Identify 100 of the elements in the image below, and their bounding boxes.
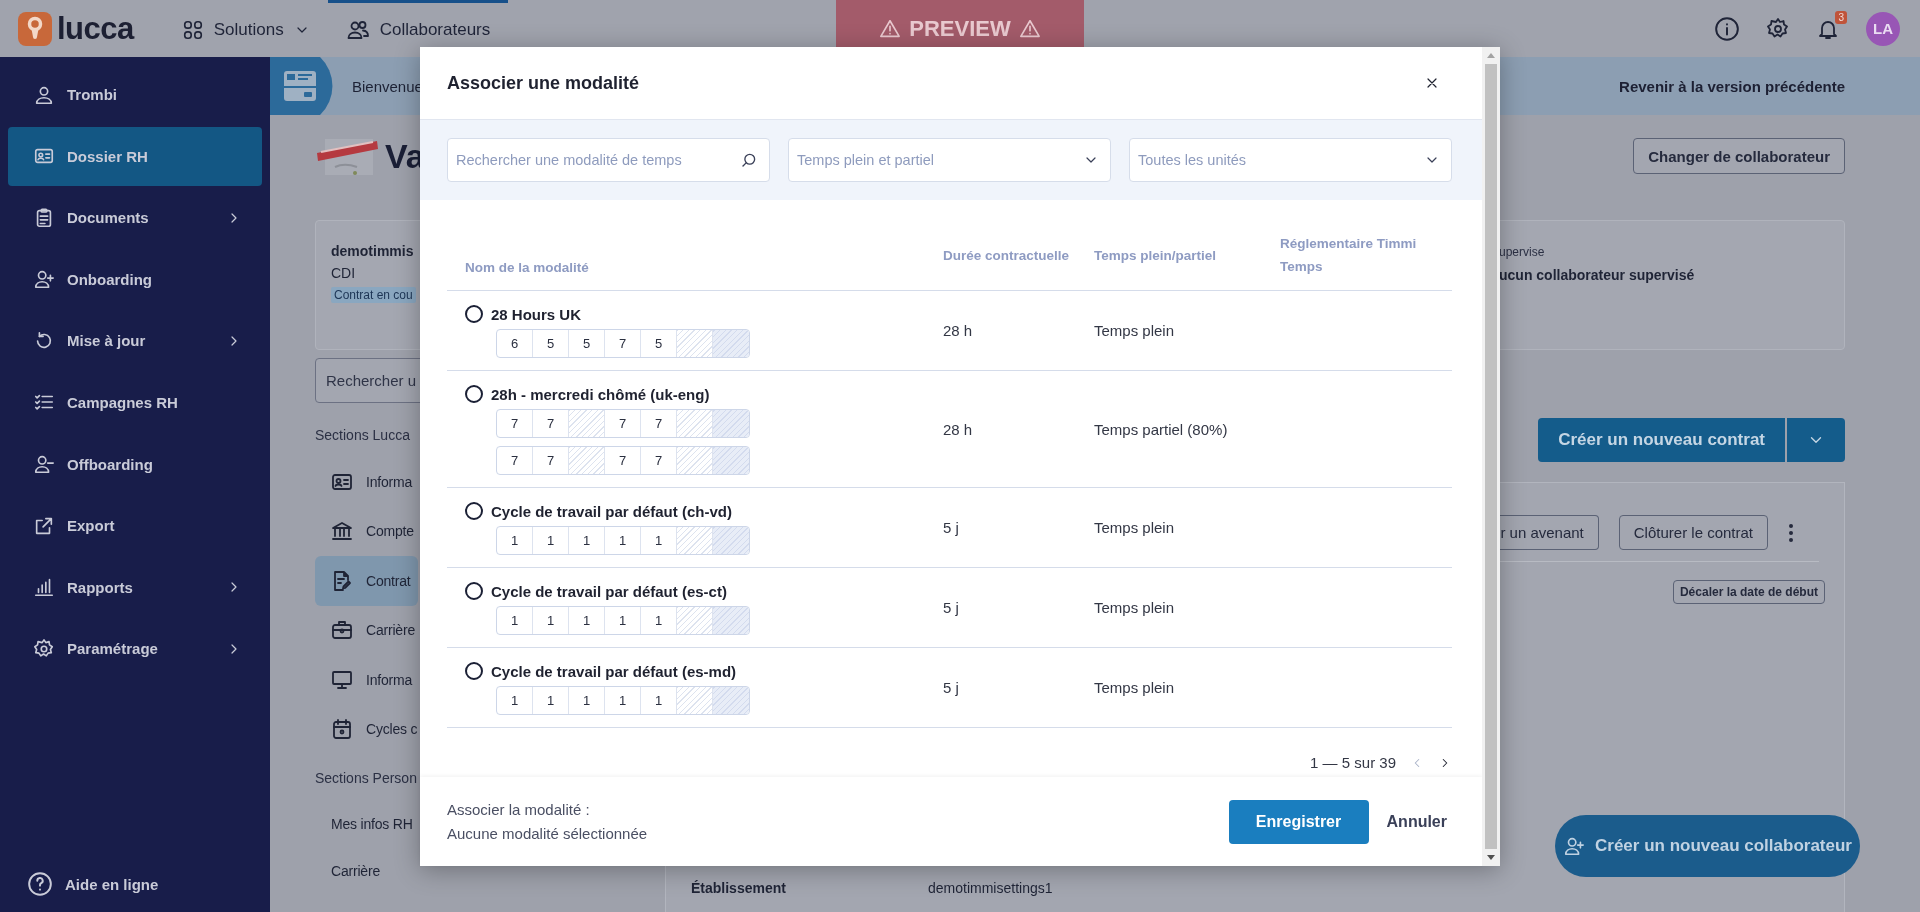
- table-cell-text: 5 j: [942, 519, 960, 536]
- section-link[interactable]: Informa: [315, 457, 418, 507]
- off-day-cell: [677, 447, 713, 474]
- save-button[interactable]: Enregistrer: [1228, 799, 1369, 844]
- modality-name: Cycle de travail par défaut (es-md): [491, 662, 737, 680]
- day-cell: 1: [569, 527, 605, 554]
- radio-button[interactable]: [465, 305, 483, 323]
- section-link[interactable]: Carrière: [315, 847, 418, 894]
- sidebar-item[interactable]: Onboarding: [8, 249, 262, 309]
- section-link[interactable]: Compte: [315, 506, 418, 556]
- day-cell: 7: [605, 330, 641, 357]
- off-day-cell: [677, 410, 713, 437]
- day-cell: 1: [533, 527, 569, 554]
- section-heading: Sections Lucca: [315, 426, 411, 445]
- warning-icon: [879, 17, 902, 40]
- day-cell: 1: [605, 527, 641, 554]
- help-icon: [27, 871, 53, 897]
- revert-link[interactable]: Revenir à la version précédente: [1619, 77, 1845, 95]
- dialog-title: Associer une modalité: [447, 72, 640, 94]
- field-value: demotimmisettings1: [928, 880, 1053, 896]
- create-contract-button[interactable]: Créer un nouveau contrat: [1538, 418, 1785, 462]
- modality-name: 28h - mercredi chômé (uk-eng): [491, 385, 710, 403]
- sidebar-item[interactable]: Paramétrage: [8, 619, 262, 679]
- section-link[interactable]: Carrière: [315, 605, 418, 655]
- manager-value: ucun collaborateur supervisé: [1499, 267, 1696, 283]
- more-icon[interactable]: [1788, 522, 1794, 543]
- sidebar-item[interactable]: Mise à jour: [8, 311, 262, 371]
- bar-chart-icon: [33, 576, 55, 599]
- manager-label: upervise: [1499, 245, 1546, 259]
- sidebar-item[interactable]: Campagnes RH: [8, 372, 262, 432]
- help-link[interactable]: Aide en ligne: [0, 856, 270, 912]
- day-cell: 7: [497, 447, 533, 474]
- table-cell-text: Temps plein: [1093, 599, 1176, 616]
- sidebar-item[interactable]: Offboarding: [8, 434, 262, 494]
- modality-name: Cycle de travail par défaut (ch-vd): [491, 502, 732, 520]
- day-cell: 1: [605, 687, 641, 714]
- table-cell-text: Temps plein: [1093, 322, 1176, 339]
- table-cell-text: Temps partiel (80%): [1093, 420, 1229, 438]
- solutions-menu[interactable]: Solutions: [163, 0, 328, 57]
- off-day-cell: [677, 687, 713, 714]
- day-cell: 7: [605, 410, 641, 437]
- rest-day-cell: [713, 687, 749, 714]
- table-cell-text: 5 j: [942, 599, 960, 616]
- contract-type: CDI: [331, 265, 357, 281]
- welcome-text: Bienvenue: [352, 77, 423, 95]
- table-cell-text: Temps plein: [1093, 519, 1176, 536]
- section-link[interactable]: Contrat: [315, 556, 418, 606]
- sidebar-item[interactable]: Documents: [8, 188, 262, 248]
- off-day-cell: [677, 527, 713, 554]
- sidebar-item[interactable]: Export: [8, 496, 262, 556]
- person-plus-icon: [33, 268, 55, 291]
- info-icon[interactable]: [1714, 15, 1740, 42]
- rest-day-cell: [713, 447, 749, 474]
- off-day-cell: [677, 330, 713, 357]
- action-button[interactable]: r un avenant: [1498, 515, 1599, 550]
- scrollbar[interactable]: [1482, 47, 1500, 866]
- section-link[interactable]: Informa: [315, 655, 418, 705]
- day-cell: 6: [497, 330, 533, 357]
- table-cell-text: 28 h: [942, 322, 974, 339]
- radio-button[interactable]: [465, 662, 483, 680]
- person-plus-icon: [1563, 835, 1585, 857]
- rest-day-cell: [713, 527, 749, 554]
- logo-text: lucca: [57, 10, 134, 47]
- radio-button[interactable]: [465, 582, 483, 600]
- user-avatar[interactable]: LA: [1866, 11, 1900, 46]
- section-heading: Sections Person: [315, 769, 418, 788]
- day-cell: 1: [533, 607, 569, 634]
- section-link[interactable]: Cycles c: [315, 704, 418, 754]
- rest-day-cell: [713, 607, 749, 634]
- search-field[interactable]: Rechercher une modalité de temps: [447, 138, 770, 182]
- action-button[interactable]: Clôturer le contrat: [1618, 515, 1768, 550]
- day-cell: 5: [533, 330, 569, 357]
- preview-label: PREVIEW: [909, 15, 1011, 42]
- person-minus-icon: [33, 453, 55, 476]
- status-badge: Contrat en cou: [331, 287, 416, 303]
- table-cell-text: Temps plein: [1093, 679, 1176, 696]
- dropdown-field[interactable]: Temps plein et partiel: [788, 138, 1111, 182]
- sidebar-item[interactable]: Dossier RH: [8, 126, 262, 186]
- modality-name: 28 Hours UK: [491, 305, 582, 323]
- shift-date-button[interactable]: Décaler la date de début: [1672, 580, 1825, 604]
- off-day-cell: [569, 447, 605, 474]
- column-header: Nom de la modalité: [464, 258, 590, 277]
- day-cell: 1: [497, 607, 533, 634]
- dropdown-field[interactable]: Toutes les unités: [1129, 138, 1452, 182]
- section-link[interactable]: Mes infos RH: [315, 800, 418, 847]
- radio-button[interactable]: [465, 502, 483, 520]
- field-label: Établissement: [691, 880, 787, 896]
- day-cell: 1: [533, 687, 569, 714]
- radio-button[interactable]: [465, 385, 483, 403]
- change-employee-button[interactable]: Changer de collaborateur: [1633, 138, 1845, 174]
- column-header: Temps plein/partiel: [1093, 246, 1218, 265]
- create-employee-button[interactable]: Créer un nouveau collaborateur: [1555, 815, 1860, 877]
- people-icon: [345, 18, 370, 42]
- day-cell: 7: [605, 447, 641, 474]
- modality-name: Cycle de travail par défaut (es-ct): [491, 582, 727, 600]
- sidebar-item[interactable]: Rapports: [8, 557, 262, 617]
- cancel-button[interactable]: Annuler: [1376, 799, 1457, 844]
- company-name: demotimmis: [331, 243, 415, 259]
- sidebar-item[interactable]: Trombi: [8, 65, 262, 124]
- table-cell-text: 28 h: [942, 420, 974, 438]
